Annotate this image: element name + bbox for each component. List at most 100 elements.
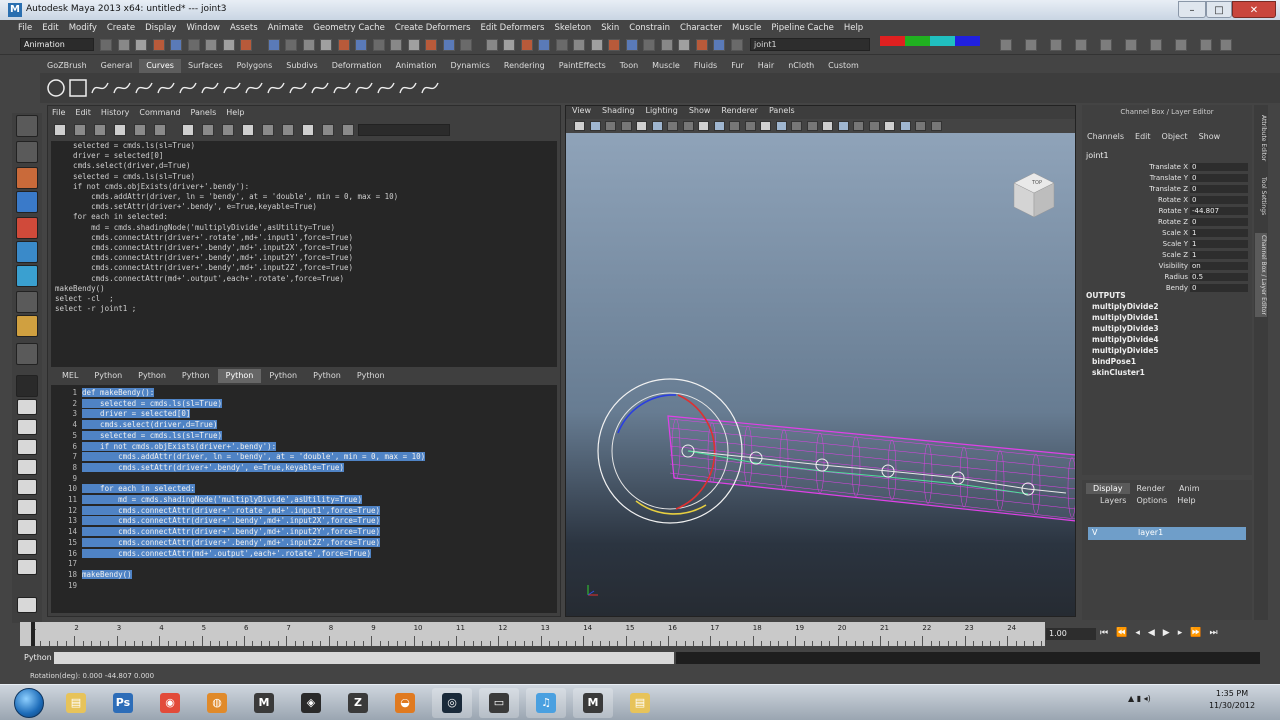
menu-window[interactable]: Window bbox=[186, 23, 220, 33]
view-cube[interactable]: TOP bbox=[1013, 172, 1055, 218]
script-toolbar-icon[interactable] bbox=[262, 124, 274, 136]
menu-edit-deformers[interactable]: Edit Deformers bbox=[481, 23, 545, 33]
channel-menu-show[interactable]: Show bbox=[1199, 132, 1221, 141]
layer-tab-anim[interactable]: Anim bbox=[1172, 483, 1207, 494]
shelf-tab-dynamics[interactable]: Dynamics bbox=[443, 59, 496, 73]
status-tool-icon[interactable] bbox=[117, 39, 130, 51]
script-toolbar-icon[interactable] bbox=[322, 124, 334, 136]
layout-graph-icon[interactable] bbox=[17, 479, 37, 495]
soft-mod-icon[interactable] bbox=[16, 291, 38, 313]
status-tool-icon[interactable] bbox=[625, 39, 638, 51]
menu-help[interactable]: Help bbox=[844, 23, 863, 33]
time-slider[interactable]: 123456789101112131415161718192021222324 bbox=[20, 622, 1045, 646]
script-toolbar-icon[interactable] bbox=[342, 124, 354, 136]
attribute-row-visibility[interactable]: Visibility on bbox=[1082, 262, 1250, 273]
command-input[interactable] bbox=[54, 652, 674, 664]
status-tool-icon[interactable] bbox=[730, 39, 743, 51]
playback-button[interactable]: ▸ bbox=[1178, 628, 1183, 641]
circle-icon[interactable] bbox=[46, 78, 66, 98]
code-line[interactable]: cmds.connectAttr(md+'.output',each+'.rot… bbox=[82, 548, 425, 560]
attribute-value[interactable]: 0 bbox=[1190, 185, 1248, 193]
code-line[interactable]: cmds.connectAttr(driver+'.bendy',md+'.in… bbox=[82, 516, 425, 527]
quick-select-field[interactable]: joint1 bbox=[750, 38, 870, 51]
shelf-tab-animation[interactable]: Animation bbox=[389, 59, 444, 73]
script-menu-edit[interactable]: Edit bbox=[75, 108, 91, 120]
status-tool-icon[interactable] bbox=[520, 39, 533, 51]
status-tool-icon[interactable] bbox=[187, 39, 200, 51]
viewport-toolbar-icon[interactable] bbox=[589, 121, 601, 131]
script-tab-python[interactable]: Python bbox=[305, 369, 349, 383]
viewport-toolbar-icon[interactable] bbox=[775, 121, 787, 131]
script-tab-python[interactable]: Python bbox=[349, 369, 393, 383]
status-panel-icon[interactable] bbox=[1150, 39, 1162, 51]
script-toolbar-icon[interactable] bbox=[202, 124, 214, 136]
menu-skin[interactable]: Skin bbox=[601, 23, 619, 33]
script-menu-file[interactable]: File bbox=[52, 108, 65, 120]
attribute-value[interactable]: 0 bbox=[1190, 196, 1248, 204]
viewport-toolbar-icon[interactable] bbox=[574, 121, 585, 131]
code-line[interactable]: cmds.connectAttr(driver+'.rotate',md+'.i… bbox=[82, 505, 425, 517]
status-tool-icon[interactable] bbox=[302, 39, 315, 51]
menu-edit[interactable]: Edit bbox=[42, 23, 58, 33]
layer-menu-layers[interactable]: Layers bbox=[1100, 496, 1126, 505]
status-tool-icon[interactable] bbox=[152, 39, 165, 51]
viewport-toolbar-icon[interactable] bbox=[729, 121, 740, 131]
attribute-row-scale-z[interactable]: Scale Z1 bbox=[1082, 251, 1250, 262]
layout-split-icon[interactable] bbox=[17, 439, 37, 455]
script-tab-python[interactable]: Python bbox=[217, 369, 262, 383]
input-pane[interactable]: 1 2 3 4 5 6 7 8 9 10 11 12 13 14 15 16 17 18 19 def makeBe… bbox=[51, 385, 557, 613]
rotate-tool-icon[interactable] bbox=[16, 217, 38, 239]
show-manip-icon[interactable] bbox=[16, 315, 38, 337]
status-panel-icon[interactable] bbox=[1200, 39, 1212, 51]
status-tool-icon[interactable] bbox=[643, 39, 655, 51]
output-node-multiplydivide4[interactable]: multiplyDivide4 bbox=[1092, 335, 1159, 344]
viewport-menu-view[interactable]: View bbox=[572, 106, 591, 119]
taskbar-app-itunes[interactable]: ♫ bbox=[526, 688, 566, 718]
code-line[interactable]: cmds.connectAttr(driver+'.bendy',md+'.in… bbox=[82, 527, 425, 538]
viewport-toolbar-icon[interactable] bbox=[636, 121, 647, 131]
script-menu-panels[interactable]: Panels bbox=[190, 108, 216, 120]
square-icon[interactable] bbox=[68, 78, 88, 98]
status-tool-icon[interactable] bbox=[390, 39, 402, 51]
taskbar-app-terminal[interactable]: ▭ bbox=[479, 688, 519, 718]
menu-modify[interactable]: Modify bbox=[69, 23, 97, 33]
channel-menu-channels[interactable]: Channels bbox=[1087, 132, 1124, 141]
status-tool-icon[interactable] bbox=[590, 39, 603, 51]
shelf-tab-general[interactable]: General bbox=[94, 59, 140, 73]
detach-icon[interactable] bbox=[244, 78, 264, 98]
menu-file[interactable]: File bbox=[18, 23, 32, 33]
move-tool-icon[interactable] bbox=[16, 191, 38, 213]
shelf-tab-fluids[interactable]: Fluids bbox=[687, 59, 724, 73]
shelf-tab-surfaces[interactable]: Surfaces bbox=[181, 59, 230, 73]
taskbar-app-chrome[interactable]: ◉ bbox=[150, 688, 190, 718]
code-editor[interactable]: def makeBendy(): selected = cmds.ls(sl=T… bbox=[82, 388, 426, 591]
clock-time[interactable]: 1:35 PM bbox=[1202, 689, 1262, 698]
menu-muscle[interactable]: Muscle bbox=[732, 23, 761, 33]
attribute-value[interactable]: 1 bbox=[1190, 240, 1248, 248]
layer-row[interactable]: V layer1 bbox=[1088, 527, 1246, 540]
attribute-value[interactable]: 0 bbox=[1190, 174, 1248, 182]
status-tool-icon[interactable] bbox=[222, 39, 235, 51]
code-line[interactable] bbox=[82, 559, 425, 570]
status-tool-icon[interactable] bbox=[267, 39, 280, 51]
status-tool-icon[interactable] bbox=[608, 39, 620, 51]
settings-icon[interactable] bbox=[17, 597, 37, 613]
arc-icon[interactable] bbox=[156, 78, 176, 98]
shelf-tab-hair[interactable]: Hair bbox=[751, 59, 781, 73]
viewport-toolbar-icon[interactable] bbox=[791, 121, 802, 131]
status-tool-icon[interactable] bbox=[503, 39, 515, 51]
output-node-multiplydivide2[interactable]: multiplyDivide2 bbox=[1092, 302, 1159, 311]
code-line[interactable] bbox=[82, 474, 425, 485]
attribute-row-rotate-z[interactable]: Rotate Z0 bbox=[1082, 218, 1250, 229]
attribute-row-scale-x[interactable]: Scale X1 bbox=[1082, 229, 1250, 240]
viewport-scene[interactable]: TOP bbox=[566, 133, 1075, 616]
code-line[interactable]: cmds.addAttr(driver, ln = 'bendy', at = … bbox=[82, 452, 426, 463]
circle-tool-icon[interactable] bbox=[16, 375, 38, 397]
cylinder-mesh[interactable] bbox=[667, 415, 1075, 522]
viewport-toolbar-icon[interactable] bbox=[899, 121, 911, 131]
viewport-toolbar-icon[interactable] bbox=[651, 121, 663, 131]
layout-hypershade-icon[interactable] bbox=[17, 499, 37, 515]
output-node-multiplydivide5[interactable]: multiplyDivide5 bbox=[1092, 346, 1159, 355]
current-frame-marker[interactable] bbox=[31, 622, 35, 646]
attribute-value[interactable]: 0 bbox=[1190, 163, 1248, 171]
